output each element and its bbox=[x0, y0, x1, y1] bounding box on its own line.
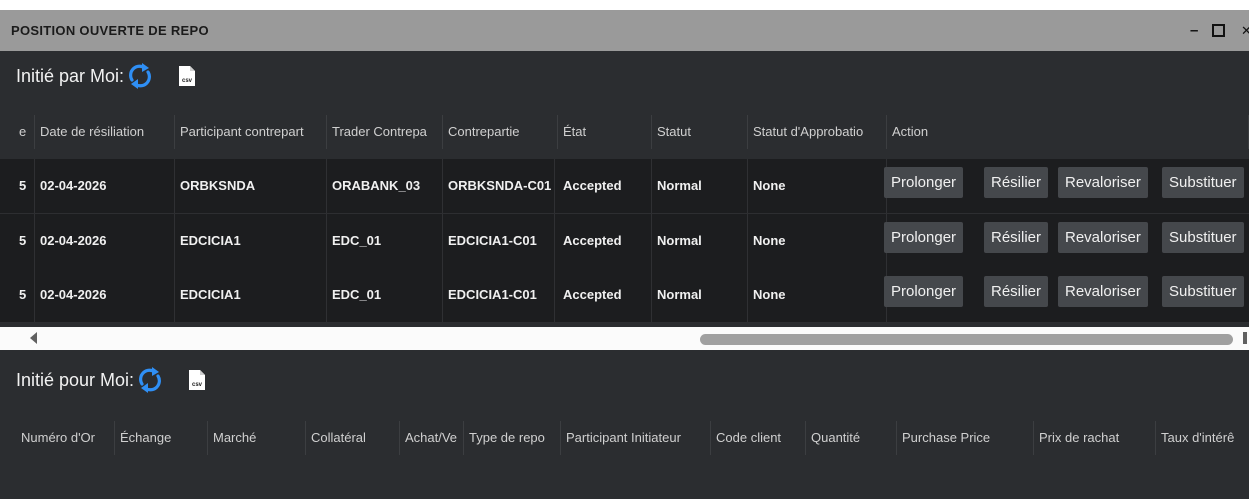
row-index-cell: 5 bbox=[14, 268, 35, 322]
table2-column-header[interactable]: Purchase Price bbox=[897, 421, 1034, 455]
scroll-right-icon[interactable] bbox=[1243, 332, 1247, 344]
approval-status-cell: None bbox=[748, 159, 887, 213]
counterparty-cell: EDCICIA1-C01 bbox=[443, 214, 555, 268]
revalue-button[interactable]: Revaloriser bbox=[1058, 276, 1148, 307]
substitute-button[interactable]: Substituer bbox=[1162, 276, 1244, 307]
window-titlebar: POSITION OUVERTE DE REPO – ✕ bbox=[0, 10, 1249, 51]
close-icon[interactable]: ✕ bbox=[1241, 23, 1249, 39]
extend-button[interactable]: Prolonger bbox=[884, 167, 964, 198]
table2-column-header[interactable]: Participant Initiateur bbox=[561, 421, 711, 455]
counterparty-participant-cell: EDCICIA1 bbox=[175, 214, 327, 268]
table2-column-header[interactable]: Échange bbox=[115, 421, 208, 455]
terminate-button[interactable]: Résilier bbox=[984, 167, 1049, 198]
row-index-cell: 5 bbox=[14, 159, 35, 213]
state-cell: Accepted bbox=[558, 268, 652, 322]
counterparty-trader-cell: ORABANK_03 bbox=[327, 159, 443, 213]
counterparty-participant-cell: ORBKSNDA bbox=[175, 159, 327, 213]
table2-column-header[interactable]: Achat/Ve bbox=[400, 421, 464, 455]
table2-column-header[interactable]: Collatéral bbox=[306, 421, 400, 455]
termination-date-cell: 02-04-2026 bbox=[35, 268, 175, 322]
counterparty-trader-cell: EDC_01 bbox=[327, 268, 443, 322]
extend-button[interactable]: Prolonger bbox=[884, 222, 964, 253]
csv-icon-label: csv bbox=[182, 78, 193, 84]
revalue-button[interactable]: Revaloriser bbox=[1058, 167, 1148, 198]
substitute-button[interactable]: Substituer bbox=[1162, 167, 1244, 198]
status-cell: Normal bbox=[652, 268, 748, 322]
minimize-icon[interactable]: – bbox=[1190, 22, 1198, 39]
revalue-button[interactable]: Revaloriser bbox=[1058, 222, 1148, 253]
counterparty-cell: ORBKSNDA-C01 bbox=[443, 159, 555, 213]
refresh-icon[interactable] bbox=[126, 60, 154, 92]
table-row[interactable]: 5 02-04-2026 EDCICIA1 EDC_01 EDCICIA1-C01 Acc… bbox=[0, 268, 1249, 323]
section-title-initiated-for-me: Initié pour Moi: bbox=[16, 369, 135, 390]
counterparty-participant-cell: EDCICIA1 bbox=[175, 268, 327, 322]
horizontal-scrollbar[interactable] bbox=[0, 327, 1249, 350]
terminate-button[interactable]: Résilier bbox=[984, 276, 1049, 307]
substitute-button[interactable]: Substituer bbox=[1162, 222, 1244, 253]
table1-header-row: e Date de résiliation Participant contrepa… bbox=[0, 115, 1249, 149]
window-title: POSITION OUVERTE DE REPO bbox=[11, 23, 209, 38]
repo-open-position-window: POSITION OUVERTE DE REPO – ✕ Initié par … bbox=[0, 10, 1249, 499]
scrollbar-thumb[interactable] bbox=[700, 334, 1233, 345]
table-row[interactable]: 5 02-04-2026 ORBKSNDA ORABANK_03 ORBKSNDA-C0… bbox=[0, 159, 1249, 214]
maximize-icon[interactable] bbox=[1212, 24, 1225, 37]
csv-icon-label: csv bbox=[192, 382, 203, 388]
table1-column-header[interactable]: Participant contrepart bbox=[175, 115, 327, 149]
approval-status-cell: None bbox=[748, 268, 887, 322]
table1-column-header[interactable]: Date de résiliation bbox=[35, 115, 175, 149]
approval-status-cell: None bbox=[748, 214, 887, 268]
table2-column-header[interactable]: Quantité bbox=[806, 421, 897, 455]
status-cell: Normal bbox=[652, 159, 748, 213]
table-row[interactable]: 5 02-04-2026 EDCICIA1 EDC_01 EDCICIA1-C01 Acc… bbox=[0, 214, 1249, 269]
table1-column-header[interactable]: Action bbox=[887, 115, 1249, 149]
state-cell: Accepted bbox=[558, 159, 652, 213]
counterparty-cell: EDCICIA1-C01 bbox=[443, 268, 555, 322]
section-initiated-by-me-header: Initié par Moi: csv bbox=[16, 60, 196, 92]
section-initiated-for-me-header: Initié pour Moi: csv bbox=[16, 364, 206, 396]
table1-column-header[interactable]: Trader Contrepa bbox=[327, 115, 443, 149]
scroll-left-icon[interactable] bbox=[30, 332, 37, 344]
section-title-initiated-by-me: Initié par Moi: bbox=[16, 65, 125, 86]
table1-column-header[interactable]: Statut d'Approbatio bbox=[748, 115, 887, 149]
status-cell: Normal bbox=[652, 214, 748, 268]
table2-column-header[interactable]: Code client bbox=[711, 421, 806, 455]
table1-column-header[interactable]: État bbox=[558, 115, 652, 149]
terminate-button[interactable]: Résilier bbox=[984, 222, 1049, 253]
table2-header-row: Numéro d'Or Échange Marché Collatéral Achat/… bbox=[0, 421, 1249, 455]
termination-date-cell: 02-04-2026 bbox=[35, 214, 175, 268]
termination-date-cell: 02-04-2026 bbox=[35, 159, 175, 213]
table2-column-header[interactable]: Numéro d'Or bbox=[16, 421, 115, 455]
table2-column-header[interactable]: Type de repo bbox=[464, 421, 561, 455]
table2-column-header[interactable]: Marché bbox=[208, 421, 306, 455]
csv-export-icon[interactable]: csv bbox=[178, 65, 196, 87]
state-cell: Accepted bbox=[558, 214, 652, 268]
csv-export-icon[interactable]: csv bbox=[188, 369, 206, 391]
table2-column-header[interactable]: Taux d'intérê bbox=[1156, 421, 1249, 455]
table1-column-header[interactable]: e bbox=[14, 115, 35, 149]
table2-column-header[interactable]: Prix de rachat bbox=[1034, 421, 1156, 455]
row-index-cell: 5 bbox=[14, 214, 35, 268]
table1-column-header[interactable]: Contrepartie bbox=[443, 115, 558, 149]
extend-button[interactable]: Prolonger bbox=[884, 276, 964, 307]
counterparty-trader-cell: EDC_01 bbox=[327, 214, 443, 268]
refresh-icon[interactable] bbox=[136, 364, 164, 396]
table1-column-header[interactable]: Statut bbox=[652, 115, 748, 149]
